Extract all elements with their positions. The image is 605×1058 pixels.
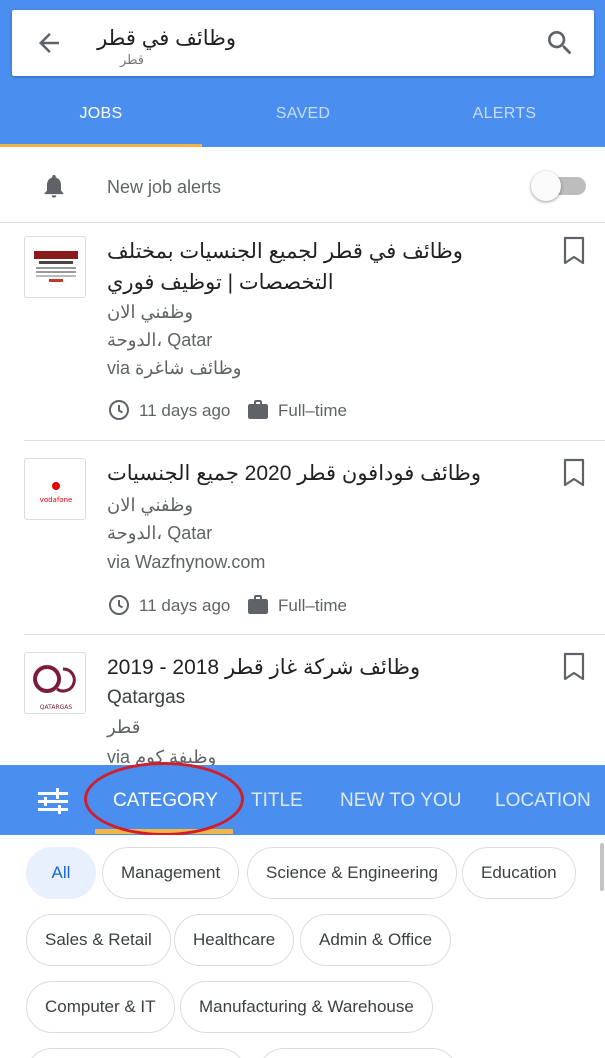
- main-tabs: JOBS SAVED ALERTS: [0, 84, 605, 147]
- filter-tab-title[interactable]: TITLE: [251, 765, 303, 835]
- company-logo-image: vodafone: [40, 482, 73, 504]
- job-alerts-row: New job alerts: [0, 147, 605, 223]
- bell-icon: [44, 174, 64, 198]
- bookmark-icon[interactable]: [562, 236, 586, 266]
- chip-healthcare[interactable]: Healthcare: [174, 914, 295, 966]
- back-arrow-icon[interactable]: [34, 28, 64, 58]
- clock-icon: [109, 595, 129, 615]
- tab-jobs[interactable]: JOBS: [0, 84, 202, 144]
- job-location: قطر: [107, 717, 141, 737]
- chip-management[interactable]: Management: [102, 847, 240, 899]
- job-posted: 11 days ago: [139, 401, 231, 420]
- job-source: via وظائف شاغرة: [107, 358, 242, 378]
- job-type: Full–time: [278, 401, 347, 420]
- logo-text: vodafone: [40, 496, 73, 504]
- chip-education[interactable]: Education: [462, 847, 576, 899]
- job-posted: 11 days ago: [139, 596, 231, 615]
- job-card[interactable]: vodafone وظائف فودافون قطر 2020 جميع الج…: [0, 441, 605, 635]
- clock-icon: [109, 400, 129, 420]
- job-card[interactable]: وظائف في قطر لجميع الجنسيات بمختلف التخص…: [0, 224, 605, 441]
- job-title[interactable]: وظائف فودافون قطر 2020 جميع الجنسيات: [107, 458, 547, 489]
- chip-sales-retail[interactable]: Sales & Retail: [26, 914, 171, 966]
- company-logo-image: [34, 251, 78, 282]
- job-alerts-label: New job alerts: [107, 177, 222, 197]
- toggle-knob[interactable]: [531, 171, 561, 201]
- job-source: via Wazfnynow.com: [107, 552, 266, 572]
- category-chips: All Management Science & Engineering Edu…: [0, 835, 605, 1058]
- filter-sliders-icon[interactable]: [36, 787, 70, 815]
- chip-manufacturing-warehouse[interactable]: Manufacturing & Warehouse: [180, 981, 433, 1033]
- search-box[interactable]: وظائف في قطر قطر: [12, 10, 594, 76]
- job-title[interactable]: وظائف في قطر لجميع الجنسيات بمختلف التخص…: [107, 236, 547, 298]
- job-company: Qatargas: [107, 687, 186, 708]
- app-header: وظائف في قطر قطر JOBS SAVED ALERTS: [0, 0, 605, 147]
- chip-admin-office[interactable]: Admin & Office: [300, 914, 452, 966]
- chip-partial[interactable]: [26, 1048, 246, 1058]
- job-company: وظفني الان: [107, 302, 194, 322]
- chips-scrollbar[interactable]: [600, 843, 604, 891]
- search-query[interactable]: وظائف في قطر: [97, 26, 236, 51]
- chip-partial[interactable]: [258, 1048, 458, 1058]
- search-location-hint: قطر: [119, 52, 144, 67]
- company-logo: vodafone: [24, 458, 86, 520]
- job-card[interactable]: QATARGAS وظائف شركة غاز قطر 2018 - 2019 …: [0, 635, 605, 765]
- chip-computer-it[interactable]: Computer & IT: [26, 981, 175, 1033]
- search-icon[interactable]: [544, 27, 576, 59]
- chip-all[interactable]: All: [26, 847, 96, 899]
- tab-saved[interactable]: SAVED: [202, 84, 404, 144]
- annotation-highlight-circle: [84, 762, 244, 836]
- chip-science-engineering[interactable]: Science & Engineering: [247, 847, 458, 899]
- job-location: الدوحة، Qatar: [107, 330, 213, 350]
- logo-text: QATARGAS: [40, 704, 73, 711]
- job-type: Full–time: [278, 596, 347, 615]
- bookmark-icon[interactable]: [562, 458, 586, 488]
- job-location: الدوحة، Qatar: [107, 523, 213, 543]
- job-title[interactable]: وظائف شركة غاز قطر 2018 - 2019: [107, 652, 547, 683]
- job-company: وظفني الان: [107, 495, 194, 515]
- filter-tab-location[interactable]: LOCATION: [495, 765, 591, 835]
- briefcase-icon: [248, 595, 268, 614]
- company-logo: QATARGAS: [24, 652, 86, 714]
- tab-alerts[interactable]: ALERTS: [404, 84, 605, 144]
- company-logo-image: QATARGAS: [33, 665, 76, 711]
- filter-tab-new-to-you[interactable]: NEW TO YOU: [340, 765, 461, 835]
- briefcase-icon: [248, 400, 268, 419]
- bookmark-icon[interactable]: [562, 652, 586, 682]
- company-logo: [24, 236, 86, 298]
